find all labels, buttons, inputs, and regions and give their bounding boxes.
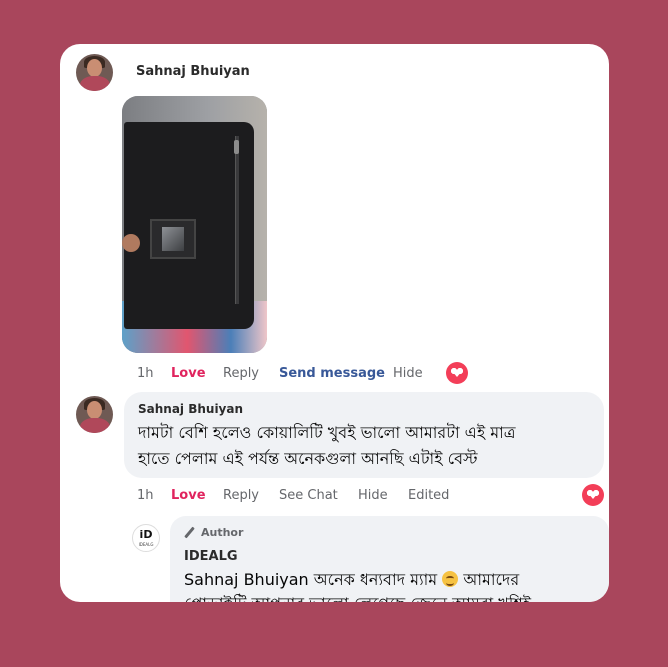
reply-button[interactable]: Reply	[223, 488, 279, 503]
comments-card: Sahnaj Bhuiyan 1h Love Reply Send messag…	[60, 44, 609, 602]
mention-link[interactable]: Sahnaj Bhuiyan	[184, 570, 309, 589]
comment-text-line-2: হাতে পেলাম এই পর্যন্ত অনেকগুলা আনছি এটাই…	[138, 449, 478, 468]
love-button[interactable]: Love	[171, 488, 223, 503]
love-button[interactable]: Love	[171, 366, 223, 381]
edited-label[interactable]: Edited	[408, 488, 449, 503]
reply-button[interactable]: Reply	[223, 366, 279, 381]
page-logo-text: IDEALG	[138, 542, 154, 547]
love-heart-icon[interactable]	[446, 362, 468, 384]
comment-bubble: Sahnaj Bhuiyan দামটা বেশি হলেও কোয়ালিটি…	[124, 392, 604, 478]
reply-bubble: Author IDEALG Sahnaj Bhuiyan অনেক ধন্যবা…	[170, 516, 609, 602]
send-message-button[interactable]: Send message	[279, 366, 393, 381]
comment-time[interactable]: 1h	[137, 488, 171, 503]
reply-text-line-2: প্রোডাক্টটি আপনার ভালো লেগেছে জেনে আমরা …	[184, 592, 604, 602]
page-logo[interactable]: iD IDEALG	[132, 524, 160, 552]
hide-button[interactable]: Hide	[358, 488, 408, 503]
post-action-bar: 1h Love Reply Send message Hide	[137, 366, 423, 381]
comment-action-bar: 1h Love Reply See Chat Hide Edited	[137, 488, 449, 503]
hide-button[interactable]: Hide	[393, 366, 423, 381]
avatar[interactable]	[76, 396, 113, 433]
comment-author-name[interactable]: Sahnaj Bhuiyan	[138, 402, 243, 416]
post-photo[interactable]	[122, 96, 267, 353]
pen-icon	[184, 527, 196, 539]
author-badge: Author	[184, 526, 243, 539]
smile-emoji-icon	[442, 571, 459, 587]
post-time[interactable]: 1h	[137, 366, 171, 381]
author-badge-label: Author	[201, 526, 244, 539]
comment-text: দামটা বেশি হলেও কোয়ালিটি খুবই ভালো আমার…	[138, 420, 598, 472]
comment-text-line-1: দামটা বেশি হলেও কোয়ালিটি খুবই ভালো আমার…	[138, 423, 516, 442]
see-chat-button[interactable]: See Chat	[279, 488, 358, 503]
reply-text-part-2: আমাদের	[458, 570, 520, 589]
post-author-name[interactable]: Sahnaj Bhuiyan	[136, 64, 250, 79]
reply-text-part-1: অনেক ধন্যবাদ ম্যাম	[308, 570, 443, 589]
page-logo-mark: iD	[139, 528, 153, 541]
love-heart-icon[interactable]	[582, 484, 604, 506]
avatar[interactable]	[76, 54, 113, 91]
reply-author-name[interactable]: IDEALG	[184, 549, 238, 564]
reply-text: Sahnaj Bhuiyan অনেক ধন্যবাদ ম্যাম আমাদের…	[184, 568, 604, 602]
